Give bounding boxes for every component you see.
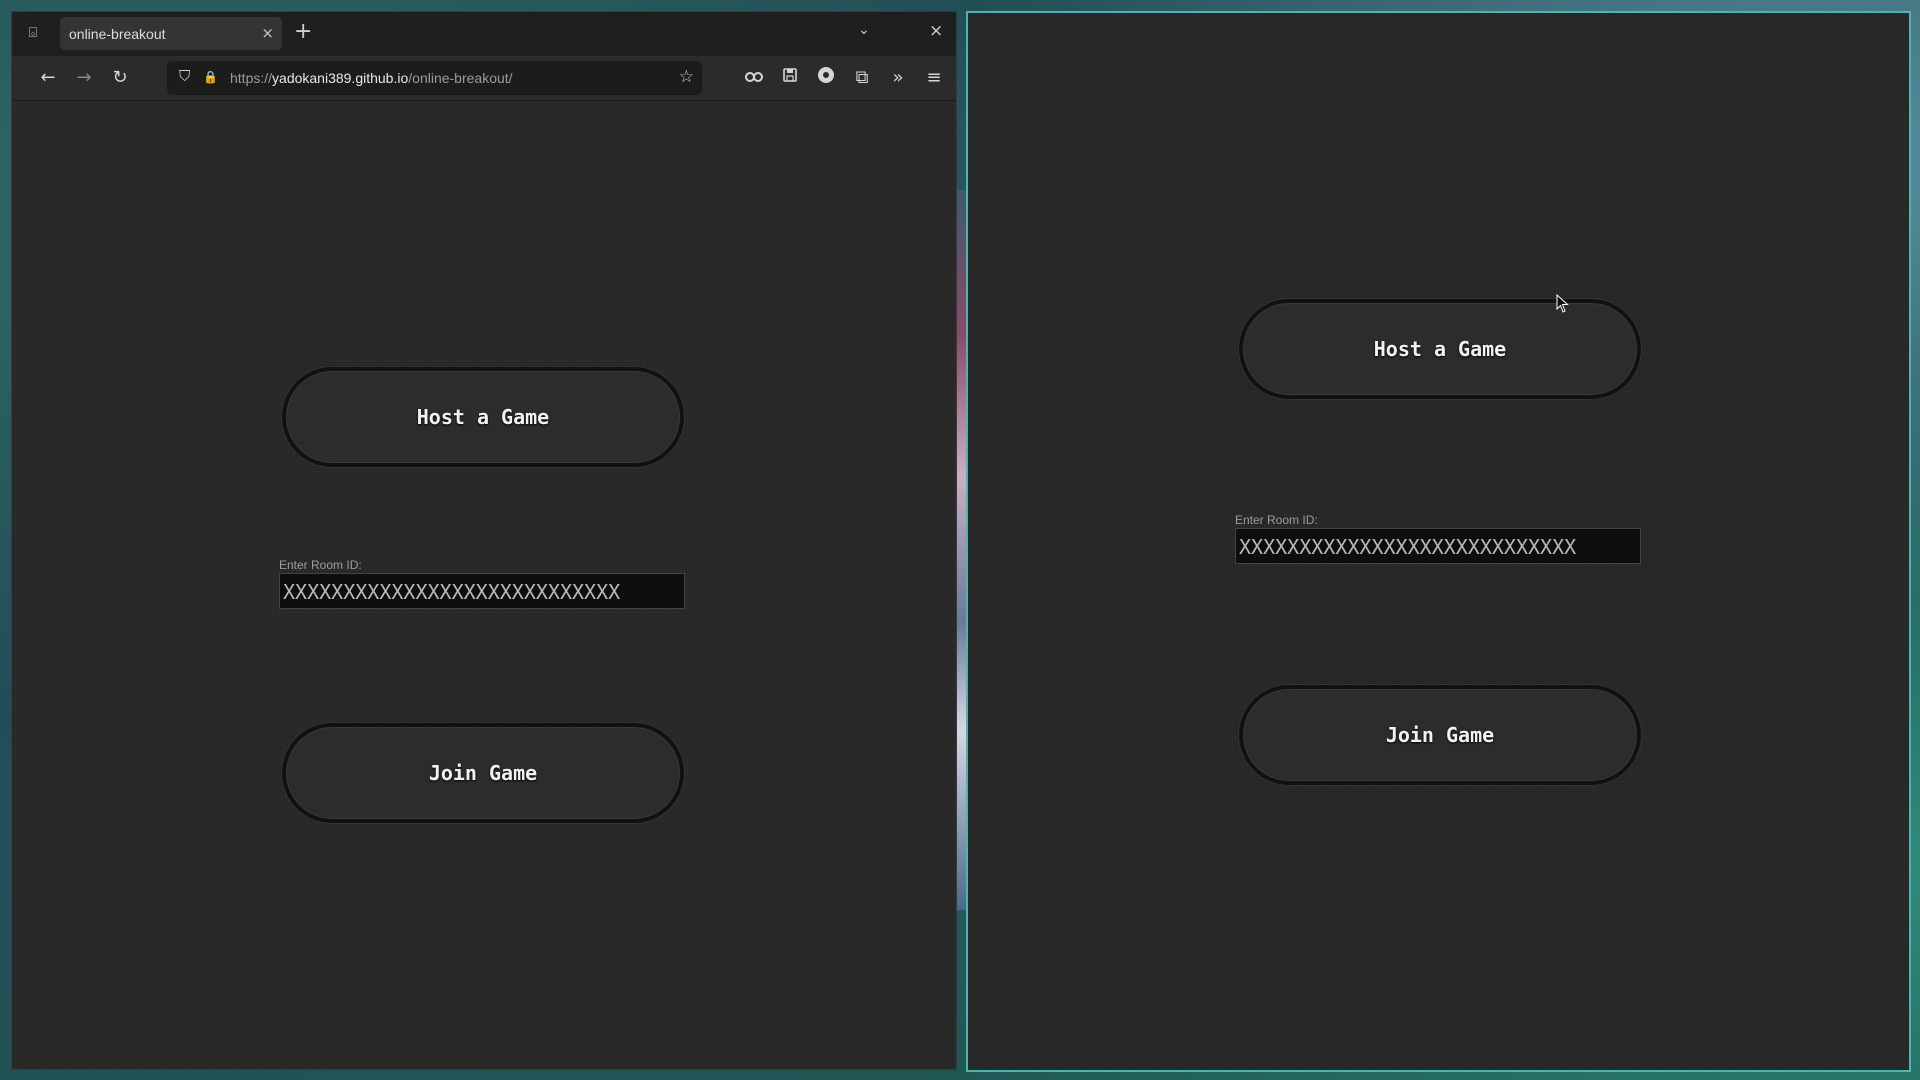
host-game-button[interactable]: Host a Game: [1239, 299, 1641, 399]
join-game-button[interactable]: Join Game: [1239, 685, 1641, 785]
tab-title: online-breakout: [69, 26, 166, 42]
menu-icon[interactable]: ≡: [922, 66, 946, 90]
tab-online-breakout[interactable]: online-breakout ×: [60, 17, 282, 50]
back-icon[interactable]: ←: [36, 66, 60, 90]
lock-icon[interactable]: 🔒: [203, 70, 218, 84]
mouse-cursor-icon: [1556, 294, 1569, 313]
tab-list-icon[interactable]: ⌺: [22, 22, 44, 44]
list-all-tabs-icon[interactable]: ⌄: [858, 22, 870, 38]
address-bar[interactable]: ⛉ 🔒 https://yadokani389.github.io/online…: [167, 61, 702, 95]
save-to-pocket-icon[interactable]: [778, 66, 802, 90]
shield-icon[interactable]: ⛉: [179, 67, 190, 85]
tab-close-icon[interactable]: ×: [261, 24, 274, 42]
account-icon[interactable]: [814, 66, 838, 90]
game-window-right: Host a Game Enter Room ID: XXXXXXXXXXXXX…: [966, 11, 1911, 1072]
new-tab-icon[interactable]: +: [294, 21, 312, 43]
window-close-icon[interactable]: ×: [929, 21, 943, 41]
join-game-button[interactable]: Join Game: [282, 723, 684, 823]
url-text: https://yadokani389.github.io/online-bre…: [230, 70, 513, 86]
bookmark-star-icon[interactable]: ☆: [679, 67, 694, 87]
room-id-label: Enter Room ID:: [1235, 513, 1318, 527]
host-game-button[interactable]: Host a Game: [282, 367, 684, 467]
private-mask-icon[interactable]: [742, 66, 766, 90]
browser-window-left: ⌺ online-breakout × + ⌄ × ← → ↻ ⛉ 🔒 http…: [11, 11, 957, 1070]
reload-icon[interactable]: ↻: [108, 66, 132, 90]
room-id-input[interactable]: XXXXXXXXXXXXXXXXXXXXXXXXXXXX: [1235, 528, 1641, 564]
more-tools-icon[interactable]: »: [886, 66, 910, 90]
tab-bar: ⌺ online-breakout × + ⌄ ×: [12, 12, 956, 56]
page-content: Host a Game Enter Room ID: XXXXXXXXXXXXX…: [968, 13, 1909, 1070]
forward-icon[interactable]: →: [72, 66, 96, 90]
extensions-icon[interactable]: ⧉: [850, 66, 874, 90]
room-id-input[interactable]: XXXXXXXXXXXXXXXXXXXXXXXXXXXX: [279, 573, 685, 609]
page-content: Host a Game Enter Room ID: XXXXXXXXXXXXX…: [12, 101, 956, 1069]
room-id-label: Enter Room ID:: [279, 558, 362, 572]
navigation-toolbar: ← → ↻ ⛉ 🔒 https://yadokani389.github.io/…: [12, 56, 956, 101]
